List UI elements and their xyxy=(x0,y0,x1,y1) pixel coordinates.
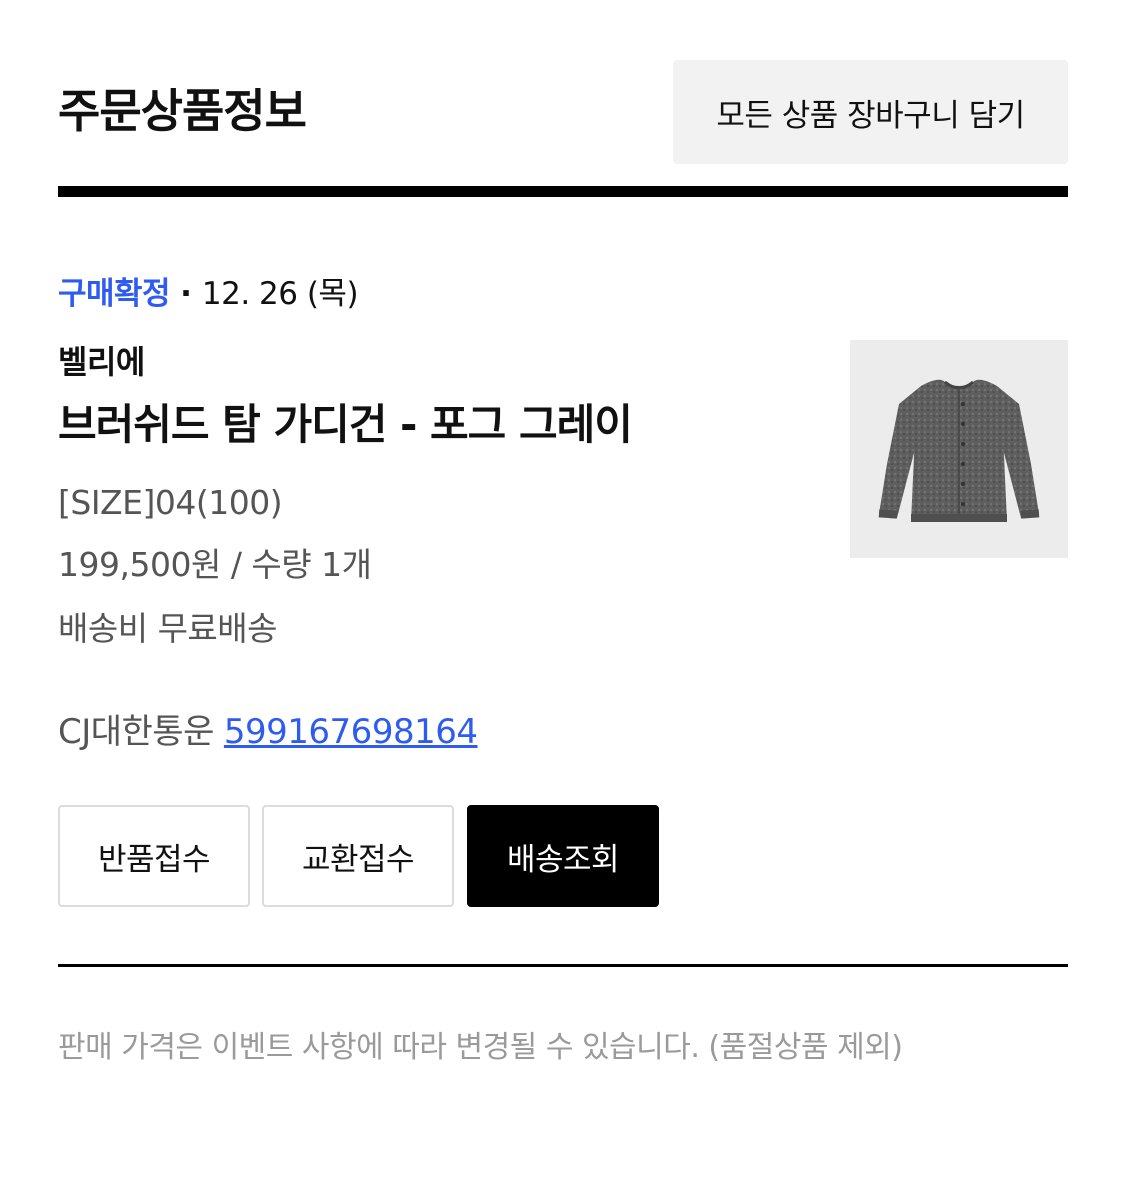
add-all-to-cart-button[interactable]: 모든 상품 장바구니 담기 xyxy=(673,60,1068,164)
courier-name: CJ대한통운 xyxy=(58,712,214,752)
price-notice: 판매 가격은 이벤트 사항에 따라 변경될 수 있습니다. (품절상품 제외) xyxy=(58,1030,903,1065)
section-divider xyxy=(58,964,1068,967)
tracking-number-link[interactable]: 599167698164 xyxy=(224,708,478,756)
gray-cardigan-image xyxy=(878,379,1040,522)
brand-name[interactable]: 벨리에 xyxy=(58,340,145,384)
return-request-button[interactable]: 반품접수 xyxy=(58,805,250,907)
status-date: 12. 26 (목) xyxy=(201,276,359,312)
track-delivery-button[interactable]: 배송조회 xyxy=(467,805,659,907)
purchase-status: 구매확정 xyxy=(58,276,171,312)
exchange-request-button[interactable]: 교환접수 xyxy=(262,805,454,907)
tracking-info: CJ대한통운 599167698164 xyxy=(58,708,478,756)
order-product-info-page: 주문상품정보 모든 상품 장바구니 담기 구매확정 · 12. 26 (목) 벨… xyxy=(0,0,1125,1189)
status-separator: · xyxy=(180,276,192,312)
order-status-line: 구매확정 · 12. 26 (목) xyxy=(58,272,359,316)
header: 주문상품정보 모든 상품 장바구니 담기 xyxy=(58,60,1068,164)
product-name[interactable]: 브러쉬드 탐 가디건 - 포그 그레이 xyxy=(58,396,633,454)
shipping-fee: 배송비 무료배송 xyxy=(58,609,278,648)
product-option: [SIZE]04(100) xyxy=(58,483,283,522)
product-thumbnail[interactable] xyxy=(850,340,1068,558)
price-quantity: 199,500원 / 수량 1개 xyxy=(58,545,372,584)
header-divider xyxy=(58,186,1068,197)
page-title: 주문상품정보 xyxy=(58,84,307,138)
